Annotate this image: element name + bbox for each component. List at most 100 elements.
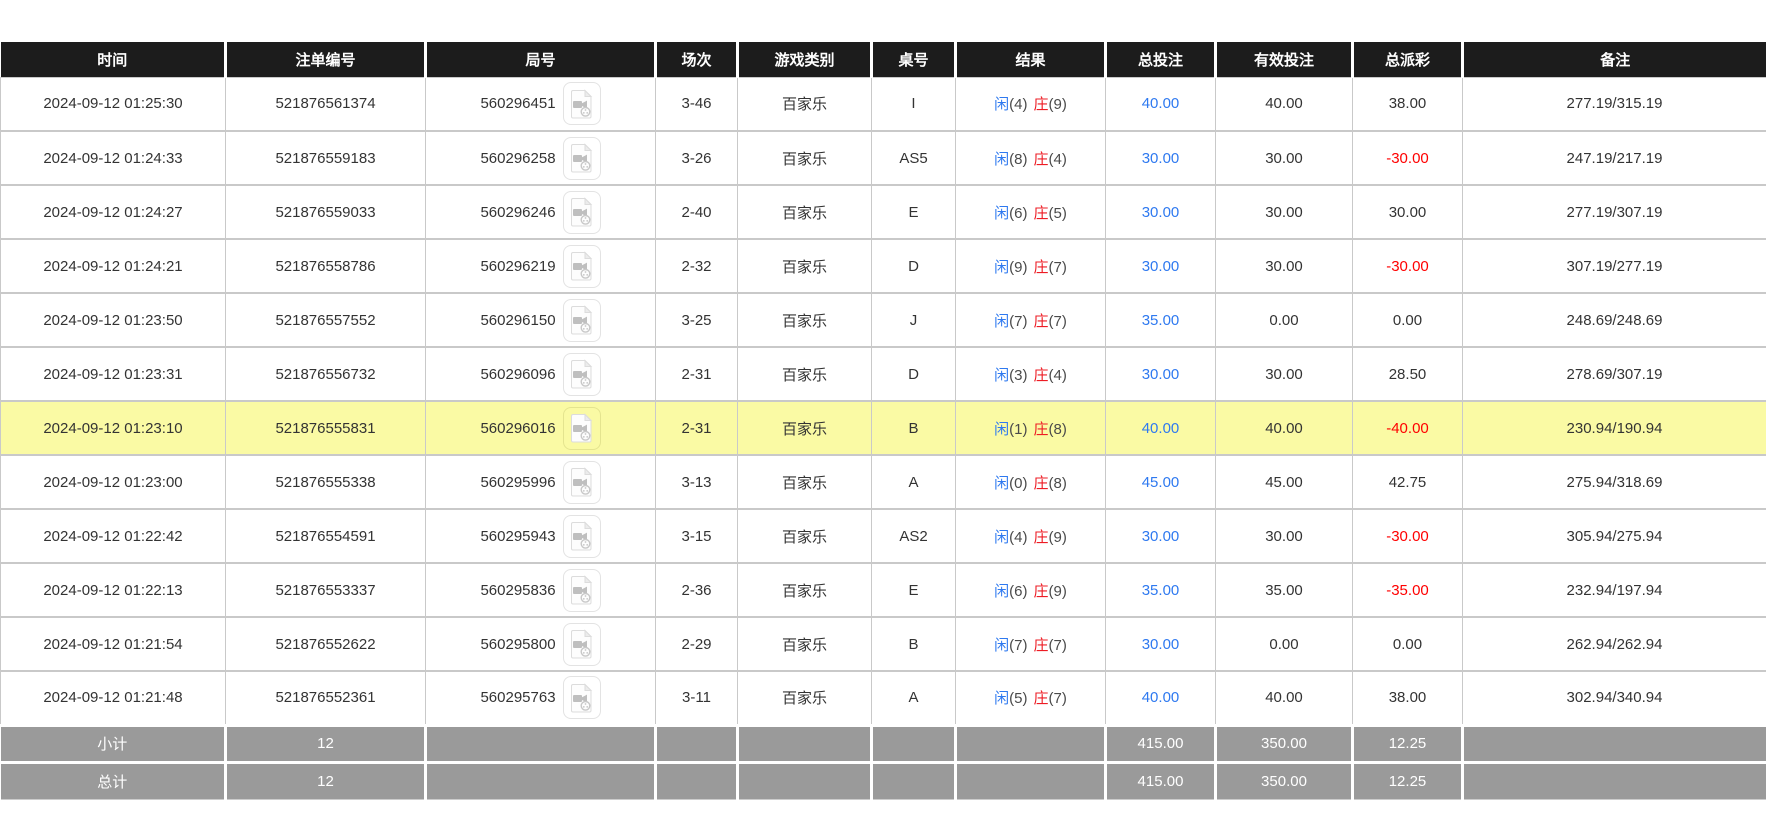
total-bet-cell: 35.00 bbox=[1106, 563, 1216, 617]
time-cell: 2024-09-12 01:24:21 bbox=[1, 239, 226, 293]
round-id-text: 560295800 bbox=[480, 636, 555, 653]
video-replay-button[interactable] bbox=[563, 299, 601, 342]
subtotal-empty-cell bbox=[872, 725, 956, 762]
bet-record-row[interactable]: 2024-09-12 01:21:54 521876552622 5602958… bbox=[1, 617, 1766, 671]
player-result-label: 闲 bbox=[994, 690, 1009, 707]
video-replay-button[interactable] bbox=[563, 82, 601, 125]
result-cell: 闲(4)庄(9) bbox=[956, 77, 1106, 131]
banker-result-score: (5) bbox=[1049, 205, 1067, 222]
game-type-cell: 百家乐 bbox=[738, 347, 872, 401]
session-cell: 2-31 bbox=[656, 401, 738, 455]
result-cell: 闲(4)庄(9) bbox=[956, 509, 1106, 563]
bet-record-row[interactable]: 2024-09-12 01:23:50 521876557552 5602961… bbox=[1, 293, 1766, 347]
banker-result-label: 庄 bbox=[1034, 259, 1049, 276]
session-cell: 3-26 bbox=[656, 131, 738, 185]
time-cell: 2024-09-12 01:23:00 bbox=[1, 455, 226, 509]
bet-record-row[interactable]: 2024-09-12 01:23:00 521876555338 5602959… bbox=[1, 455, 1766, 509]
video-file-icon bbox=[569, 305, 595, 335]
bet-record-row[interactable]: 2024-09-12 01:25:30 521876561374 5602964… bbox=[1, 77, 1766, 131]
player-result-score: (8) bbox=[1009, 151, 1027, 168]
result-cell: 闲(7)庄(7) bbox=[956, 617, 1106, 671]
total-bet-cell: 35.00 bbox=[1106, 293, 1216, 347]
table-no-cell: A bbox=[872, 455, 956, 509]
video-replay-button[interactable] bbox=[563, 461, 601, 504]
round-id-cell: 560296219 bbox=[426, 239, 656, 293]
round-id-text: 560296016 bbox=[480, 420, 555, 437]
column-header-total-payout: 总派彩 bbox=[1353, 42, 1463, 77]
bet-id-cell: 521876559033 bbox=[226, 185, 426, 239]
total-bet-cell: 40.00 bbox=[1106, 671, 1216, 725]
player-result-label: 闲 bbox=[994, 421, 1009, 438]
table-footer: 小计 12 415.00 350.00 12.25 总计 12 bbox=[1, 725, 1766, 799]
bet-record-row[interactable]: 2024-09-12 01:24:21 521876558786 5602962… bbox=[1, 239, 1766, 293]
total-bet-cell: 40.00 bbox=[1106, 77, 1216, 131]
round-id-text: 560295836 bbox=[480, 582, 555, 599]
result-cell: 闲(7)庄(7) bbox=[956, 293, 1106, 347]
banker-result-label: 庄 bbox=[1034, 475, 1049, 492]
session-cell: 3-15 bbox=[656, 509, 738, 563]
round-id-cell: 560296451 bbox=[426, 77, 656, 131]
bet-id-cell: 521876557552 bbox=[226, 293, 426, 347]
bet-record-row[interactable]: 2024-09-12 01:22:42 521876554591 5602959… bbox=[1, 509, 1766, 563]
table-body: 2024-09-12 01:25:30 521876561374 5602964… bbox=[1, 77, 1766, 725]
remark-cell: 278.69/307.19 bbox=[1463, 347, 1766, 401]
subtotal-total-bet: 415.00 bbox=[1106, 725, 1216, 762]
player-result-score: (4) bbox=[1009, 96, 1027, 113]
video-replay-button[interactable] bbox=[563, 569, 601, 612]
video-replay-button[interactable] bbox=[563, 623, 601, 666]
table-no-cell: I bbox=[872, 77, 956, 131]
bet-record-row[interactable]: 2024-09-12 01:24:33 521876559183 5602962… bbox=[1, 131, 1766, 185]
bet-records-table: 时间 注单编号 局号 场次 游戏类别 桌号 结果 总投注 有效投注 总派彩 备注… bbox=[0, 42, 1766, 800]
column-header-game-type: 游戏类别 bbox=[738, 42, 872, 77]
session-cell: 3-13 bbox=[656, 455, 738, 509]
banker-result-score: (9) bbox=[1049, 583, 1067, 600]
video-file-icon bbox=[569, 629, 595, 659]
bet-record-row[interactable]: 2024-09-12 01:21:48 521876552361 5602957… bbox=[1, 671, 1766, 725]
video-file-icon bbox=[569, 89, 595, 119]
valid-bet-cell: 30.00 bbox=[1216, 185, 1353, 239]
player-result-label: 闲 bbox=[994, 367, 1009, 384]
video-replay-button[interactable] bbox=[563, 191, 601, 234]
valid-bet-cell: 40.00 bbox=[1216, 671, 1353, 725]
subtotal-total-payout: 12.25 bbox=[1353, 725, 1463, 762]
result-cell: 闲(1)庄(8) bbox=[956, 401, 1106, 455]
time-cell: 2024-09-12 01:21:48 bbox=[1, 671, 226, 725]
round-id-cell: 560295996 bbox=[426, 455, 656, 509]
table-no-cell: B bbox=[872, 617, 956, 671]
bet-records-page: 时间 注单编号 局号 场次 游戏类别 桌号 结果 总投注 有效投注 总派彩 备注… bbox=[0, 0, 1766, 830]
video-replay-button[interactable] bbox=[563, 515, 601, 558]
round-id-text: 560296246 bbox=[480, 204, 555, 221]
result-cell: 闲(9)庄(7) bbox=[956, 239, 1106, 293]
column-header-round-id: 局号 bbox=[426, 42, 656, 77]
game-type-cell: 百家乐 bbox=[738, 455, 872, 509]
game-type-cell: 百家乐 bbox=[738, 509, 872, 563]
video-replay-button[interactable] bbox=[563, 353, 601, 396]
bet-record-row[interactable]: 2024-09-12 01:23:31 521876556732 5602960… bbox=[1, 347, 1766, 401]
video-file-icon bbox=[569, 467, 595, 497]
round-id-cell: 560296150 bbox=[426, 293, 656, 347]
video-replay-button[interactable] bbox=[563, 245, 601, 288]
result-cell: 闲(6)庄(5) bbox=[956, 185, 1106, 239]
bet-id-cell: 521876555338 bbox=[226, 455, 426, 509]
session-cell: 2-32 bbox=[656, 239, 738, 293]
video-file-icon bbox=[569, 521, 595, 551]
time-cell: 2024-09-12 01:23:10 bbox=[1, 401, 226, 455]
player-result-label: 闲 bbox=[994, 529, 1009, 546]
remark-cell: 275.94/318.69 bbox=[1463, 455, 1766, 509]
bet-record-row[interactable]: 2024-09-12 01:24:27 521876559033 5602962… bbox=[1, 185, 1766, 239]
banker-result-label: 庄 bbox=[1034, 637, 1049, 654]
banker-result-score: (9) bbox=[1049, 96, 1067, 113]
bet-record-row[interactable]: 2024-09-12 01:23:10 521876555831 5602960… bbox=[1, 401, 1766, 455]
payout-cell: 38.00 bbox=[1353, 77, 1463, 131]
video-replay-button[interactable] bbox=[563, 137, 601, 180]
banker-result-label: 庄 bbox=[1034, 151, 1049, 168]
round-id-cell: 560295800 bbox=[426, 617, 656, 671]
video-replay-button[interactable] bbox=[563, 676, 601, 719]
bet-record-row[interactable]: 2024-09-12 01:22:13 521876553337 5602958… bbox=[1, 563, 1766, 617]
game-type-cell: 百家乐 bbox=[738, 671, 872, 725]
banker-result-label: 庄 bbox=[1034, 690, 1049, 707]
round-id-cell: 560295836 bbox=[426, 563, 656, 617]
video-replay-button[interactable] bbox=[563, 407, 601, 450]
player-result-label: 闲 bbox=[994, 96, 1009, 113]
video-file-icon bbox=[569, 359, 595, 389]
